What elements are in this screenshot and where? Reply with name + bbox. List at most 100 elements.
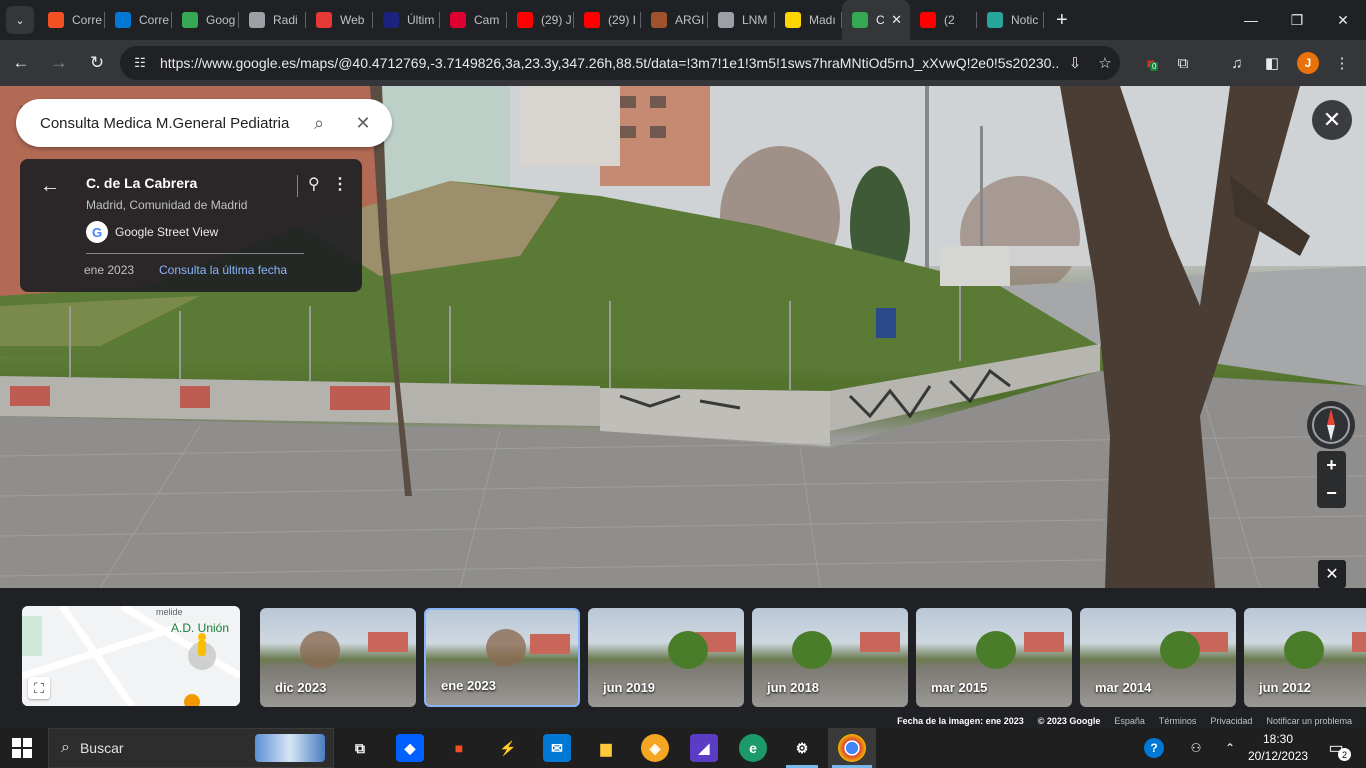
- file-explorer-icon[interactable]: ▆: [592, 734, 620, 762]
- browser-tab[interactable]: Madı: [775, 0, 842, 40]
- street-view-panorama[interactable]: Consulta Medica M.General Pediatria ⌕ ✕ …: [0, 86, 1366, 588]
- privacy-link[interactable]: Privacidad: [1210, 716, 1252, 726]
- browser-tab[interactable]: Radi: [239, 0, 306, 40]
- microsoft-store-icon[interactable]: ■: [445, 734, 473, 762]
- thumbnail-building: [368, 632, 408, 652]
- forward-button[interactable]: →: [42, 46, 76, 80]
- url-text[interactable]: https://www.google.es/maps/@40.4712769,-…: [160, 55, 1060, 71]
- bookmark-star-icon[interactable]: ☆: [1090, 54, 1120, 72]
- zoom-in-button[interactable]: +: [1317, 451, 1346, 479]
- timeline-thumbnail[interactable]: mar 2014: [1080, 608, 1236, 707]
- search-query-text[interactable]: Consulta Medica M.General Pediatria: [40, 115, 304, 132]
- browser-tab[interactable]: Cam: [440, 0, 507, 40]
- chrome-icon[interactable]: [838, 734, 866, 762]
- people-icon[interactable]: ⚇: [1182, 728, 1210, 768]
- tab-list: Corre Corre Goog Radi Web Últim Cam (29) J (29) …: [38, 0, 1044, 40]
- task-view-icon[interactable]: ⧉: [346, 734, 374, 762]
- timeline-thumbnail[interactable]: dic 2023: [260, 608, 416, 707]
- terms-link[interactable]: Términos: [1159, 716, 1197, 726]
- browser-toolbar: ← → ↻ ☷ https://www.google.es/maps/@40.4…: [0, 40, 1366, 86]
- tab-strip: ⌄ Corre Corre Goog Radi Web Últim Cam (29) J (29…: [0, 0, 1366, 40]
- dropbox-icon[interactable]: ◆: [396, 734, 424, 762]
- timeline-thumbnail[interactable]: jun 2018: [752, 608, 908, 707]
- thumbnail-date-label: mar 2015: [931, 680, 988, 695]
- reload-button[interactable]: ↻: [80, 46, 114, 80]
- latest-date-link[interactable]: Consulta la última fecha: [159, 263, 287, 277]
- compass-control[interactable]: [1307, 401, 1355, 449]
- clear-search-icon[interactable]: ✕: [348, 108, 378, 138]
- zap-app-icon[interactable]: ⚡: [494, 734, 522, 762]
- timeline-thumbnail[interactable]: ene 2023: [424, 608, 580, 707]
- clock-time: 18:30: [1262, 732, 1294, 746]
- minimap-street-label: melide: [156, 607, 183, 617]
- tab-label: Madı: [809, 13, 836, 27]
- search-icon[interactable]: ⌕: [304, 108, 334, 138]
- browser-tab[interactable]: C ✕: [842, 0, 910, 40]
- map-pin-icon[interactable]: ⚲: [308, 174, 320, 194]
- install-app-icon[interactable]: ⇩: [1060, 54, 1090, 72]
- vpn-shield-icon[interactable]: ◈: [641, 734, 669, 762]
- fullscreen-icon[interactable]: ⛶: [28, 677, 50, 699]
- thumbnail-date-label: dic 2023: [275, 680, 327, 695]
- minimap-place-label: A.D. Unión: [171, 621, 230, 635]
- browser-tab[interactable]: (29) I: [574, 0, 641, 40]
- zoom-out-button[interactable]: −: [1317, 479, 1346, 507]
- windows-start-icon[interactable]: [12, 738, 32, 758]
- web-icon: [316, 12, 332, 28]
- edge-icon[interactable]: e: [739, 734, 767, 762]
- mail-icon[interactable]: ✉: [543, 734, 571, 762]
- country-link[interactable]: España: [1114, 716, 1145, 726]
- more-options-icon[interactable]: ⋮: [332, 174, 348, 194]
- tab-label: Notic: [1011, 13, 1039, 27]
- tab-search-button[interactable]: ⌄: [6, 6, 34, 34]
- site-settings-icon[interactable]: ☷: [130, 55, 150, 71]
- browser-tab[interactable]: Corre: [105, 0, 172, 40]
- extension-icon[interactable]: ■ 0: [1140, 52, 1162, 74]
- minimap[interactable]: melide A.D. Unión ⛶: [22, 606, 240, 706]
- close-street-view-button[interactable]: ✕: [1312, 100, 1352, 140]
- reload-icon: ↻: [89, 53, 105, 72]
- address-bar[interactable]: ☷ https://www.google.es/maps/@40.4712769…: [120, 46, 1120, 80]
- minimize-button[interactable]: —: [1228, 0, 1274, 40]
- google-maps-icon: [182, 12, 198, 28]
- browser-tab[interactable]: Corre: [38, 0, 105, 40]
- browser-tab[interactable]: (29) J: [507, 0, 574, 40]
- side-panel-icon[interactable]: ◧: [1261, 52, 1283, 74]
- back-arrow-icon[interactable]: ←: [40, 175, 60, 198]
- settings-gear-icon[interactable]: ⚙: [788, 734, 816, 762]
- media-control-icon[interactable]: ♫: [1226, 52, 1248, 74]
- clock-date: 20/12/2023: [1248, 749, 1309, 763]
- taskbar-search[interactable]: ⌕ Buscar: [48, 728, 334, 768]
- browser-tab[interactable]: Web: [306, 0, 373, 40]
- close-tab-icon[interactable]: ✕: [891, 12, 902, 28]
- profile-avatar[interactable]: J: [1297, 52, 1319, 74]
- back-button[interactable]: ←: [4, 46, 38, 80]
- capture-date[interactable]: ene 2023: [84, 263, 134, 277]
- maps-search-box[interactable]: Consulta Medica M.General Pediatria ⌕ ✕: [16, 99, 392, 147]
- extensions-puzzle-icon[interactable]: ⧉: [1172, 52, 1194, 74]
- notifications-icon[interactable]: ▭ 2: [1320, 728, 1352, 768]
- help-icon[interactable]: ?: [1140, 728, 1168, 768]
- report-problem-link[interactable]: Notificar un problema: [1266, 716, 1352, 726]
- new-tab-button[interactable]: +: [1056, 9, 1068, 32]
- taskbar-clock[interactable]: 18:30 20/12/2023: [1248, 731, 1308, 765]
- timeline-thumbnail[interactable]: jun 2019: [588, 608, 744, 707]
- thumbnail-building: [530, 634, 570, 654]
- news-icon: [987, 12, 1003, 28]
- close-window-button[interactable]: ✕: [1320, 0, 1366, 40]
- browser-tab[interactable]: Goog: [172, 0, 239, 40]
- timeline-thumbnail[interactable]: mar 2015: [916, 608, 1072, 707]
- browser-tab[interactable]: LNM: [708, 0, 775, 40]
- browser-tab[interactable]: (2: [910, 0, 977, 40]
- outlook-icon: [115, 12, 131, 28]
- youtube-icon: [920, 12, 936, 28]
- timeline-thumbnail[interactable]: jun 2012: [1244, 608, 1366, 707]
- tray-chevron-up-icon[interactable]: ⌃: [1218, 728, 1242, 768]
- browser-tab[interactable]: ARGI: [641, 0, 708, 40]
- browser-tab[interactable]: Últim: [373, 0, 440, 40]
- browser-tab[interactable]: Notic: [977, 0, 1044, 40]
- copilot-icon[interactable]: ◢: [690, 734, 718, 762]
- restore-button[interactable]: ❐: [1274, 0, 1320, 40]
- close-timeline-button[interactable]: ✕: [1318, 560, 1346, 588]
- menu-kebab-icon[interactable]: ⋮: [1331, 52, 1353, 74]
